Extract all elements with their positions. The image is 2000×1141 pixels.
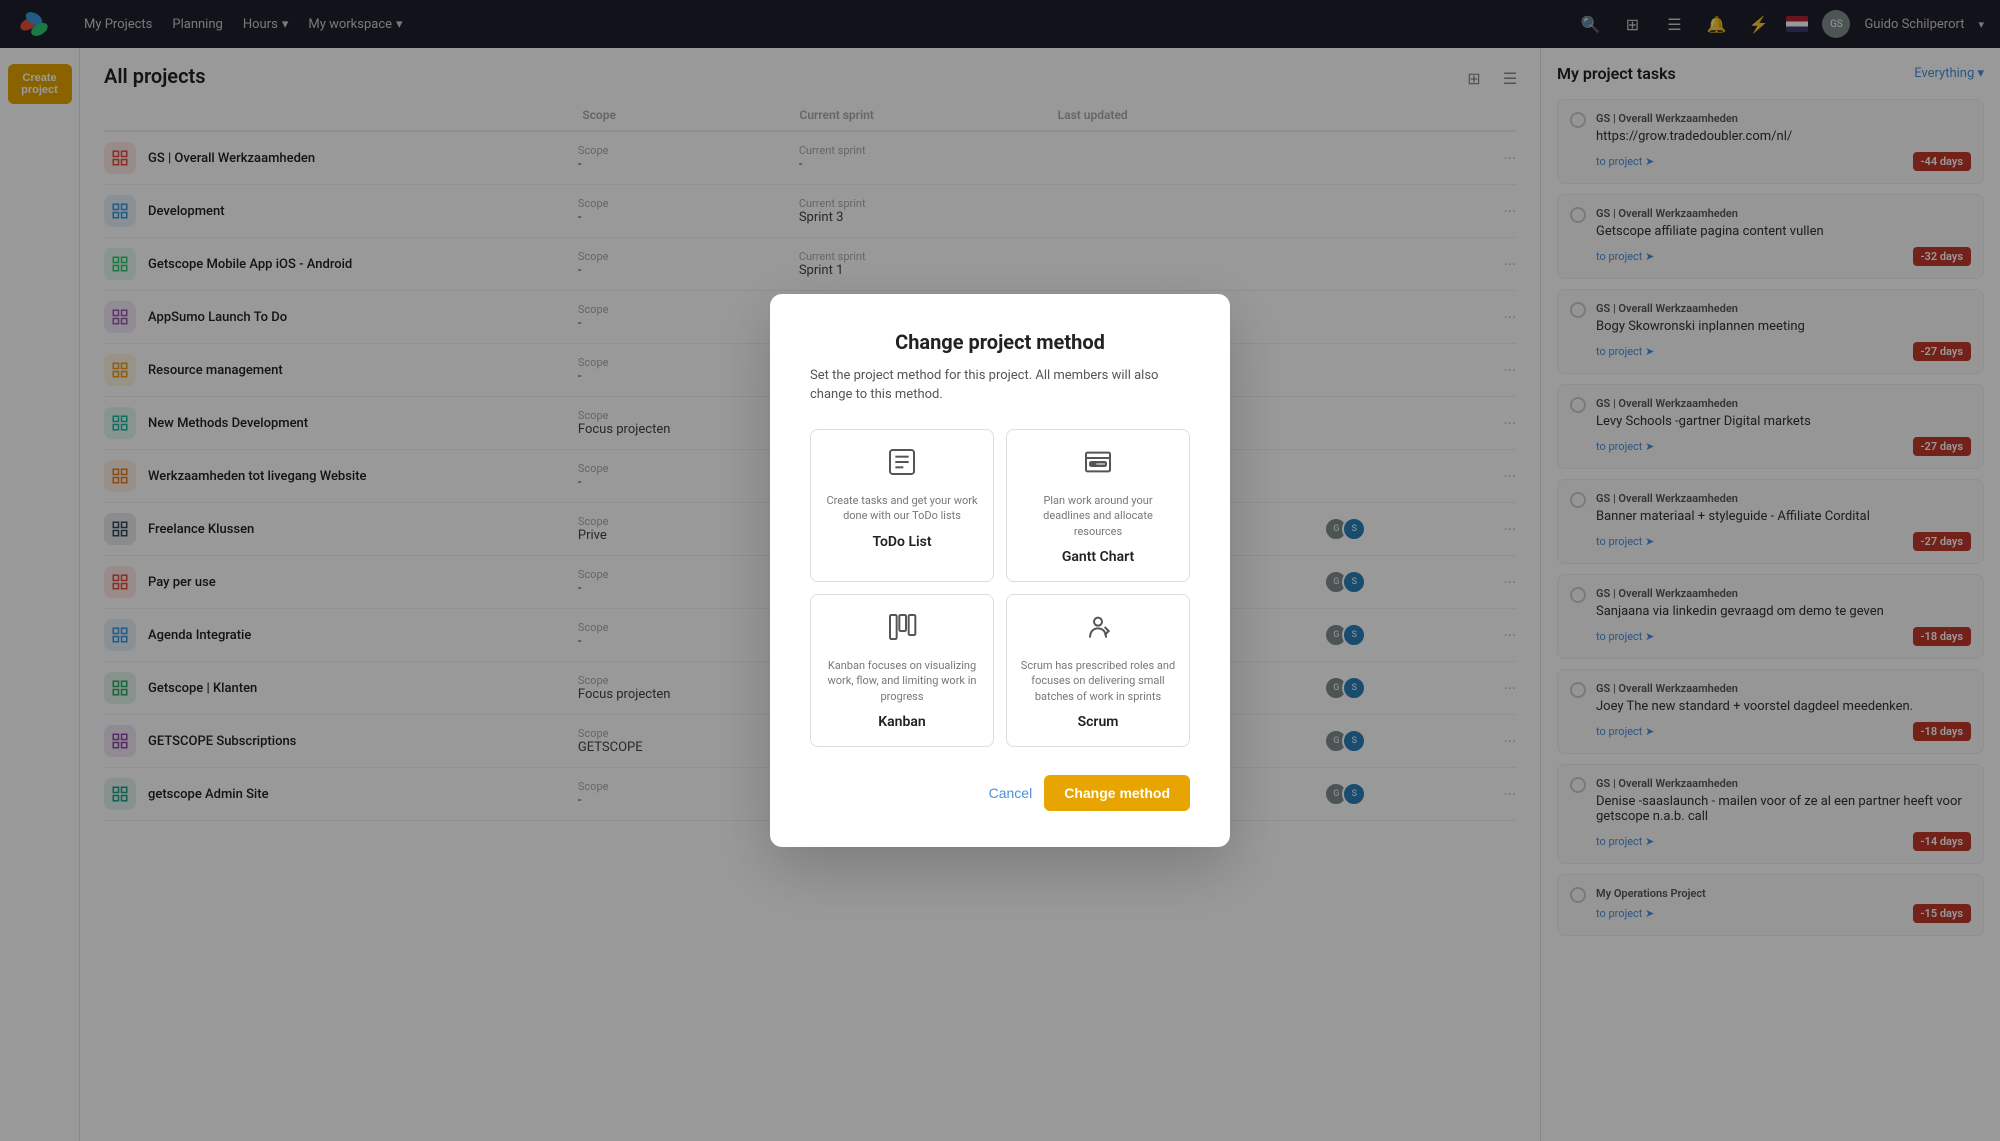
method-icon-3 [1082, 611, 1114, 650]
method-card-kanban[interactable]: Kanban focuses on visualizing work, flow… [810, 594, 994, 747]
method-card-gantt-chart[interactable]: Plan work around your deadlines and allo… [1006, 429, 1190, 582]
method-icon-0 [886, 446, 918, 485]
method-description-1: Plan work around your deadlines and allo… [1019, 493, 1177, 539]
method-card-scrum[interactable]: Scrum has prescribed roles and focuses o… [1006, 594, 1190, 747]
method-name-2: Kanban [878, 714, 925, 730]
modal-actions: Cancel Change method [810, 775, 1190, 811]
modal-overlay[interactable]: Change project method Set the project me… [0, 0, 2000, 1141]
method-name-3: Scrum [1078, 714, 1119, 730]
method-description-0: Create tasks and get your work done with… [823, 493, 981, 524]
modal-subtitle: Set the project method for this project.… [810, 366, 1190, 405]
change-method-modal: Change project method Set the project me… [770, 294, 1230, 847]
cancel-button[interactable]: Cancel [989, 785, 1033, 801]
method-name-1: Gantt Chart [1062, 549, 1134, 565]
method-grid: Create tasks and get your work done with… [810, 429, 1190, 747]
method-card-todo-list[interactable]: Create tasks and get your work done with… [810, 429, 994, 582]
method-description-3: Scrum has prescribed roles and focuses o… [1019, 658, 1177, 704]
method-description-2: Kanban focuses on visualizing work, flow… [823, 658, 981, 704]
method-name-0: ToDo List [872, 534, 931, 550]
modal-title: Change project method [810, 330, 1190, 354]
method-icon-1 [1082, 446, 1114, 485]
method-icon-2 [886, 611, 918, 650]
change-method-button[interactable]: Change method [1044, 775, 1190, 811]
